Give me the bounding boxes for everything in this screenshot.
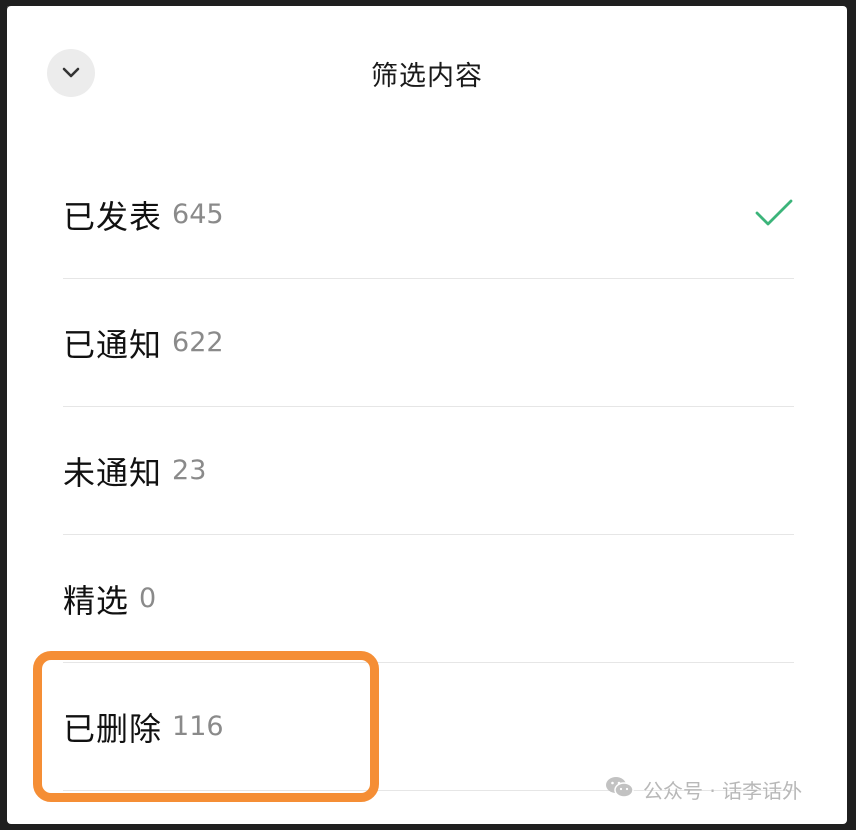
filter-count: 622 (172, 327, 224, 358)
filter-label: 精选 (63, 581, 130, 620)
filter-count: 23 (172, 455, 207, 486)
watermark-text: 公众号 · 话李话外 (643, 779, 803, 803)
filter-label: 已发表 (63, 197, 163, 236)
filter-count: 0 (139, 583, 157, 614)
filter-list: 已发表 645 已通知 622 未通知 23 精选 0 已删除 116 (63, 151, 794, 791)
filter-option-published[interactable]: 已发表 645 (63, 151, 794, 279)
filter-option-deleted[interactable]: 已删除 116 (63, 663, 794, 791)
page-title: 筛选内容 (371, 61, 483, 92)
filter-option-not-notified[interactable]: 未通知 23 (63, 407, 794, 535)
filter-option-featured[interactable]: 精选 0 (63, 535, 794, 663)
filter-count: 116 (172, 711, 224, 742)
wechat-icon (605, 775, 635, 804)
watermark: 公众号 · 话李话外 (605, 775, 802, 804)
filter-label: 未通知 (63, 453, 163, 492)
filter-count: 645 (172, 199, 224, 230)
checkmark-icon (754, 198, 794, 232)
filter-sheet: 筛选内容 已发表 645 已通知 622 未通知 23 精选 0 已删除 116 (7, 6, 847, 824)
screenshot-frame: 筛选内容 已发表 645 已通知 622 未通知 23 精选 0 已删除 116… (0, 0, 856, 830)
filter-label: 已删除 (63, 709, 163, 748)
filter-option-notified[interactable]: 已通知 622 (63, 279, 794, 407)
filter-label: 已通知 (63, 325, 163, 364)
